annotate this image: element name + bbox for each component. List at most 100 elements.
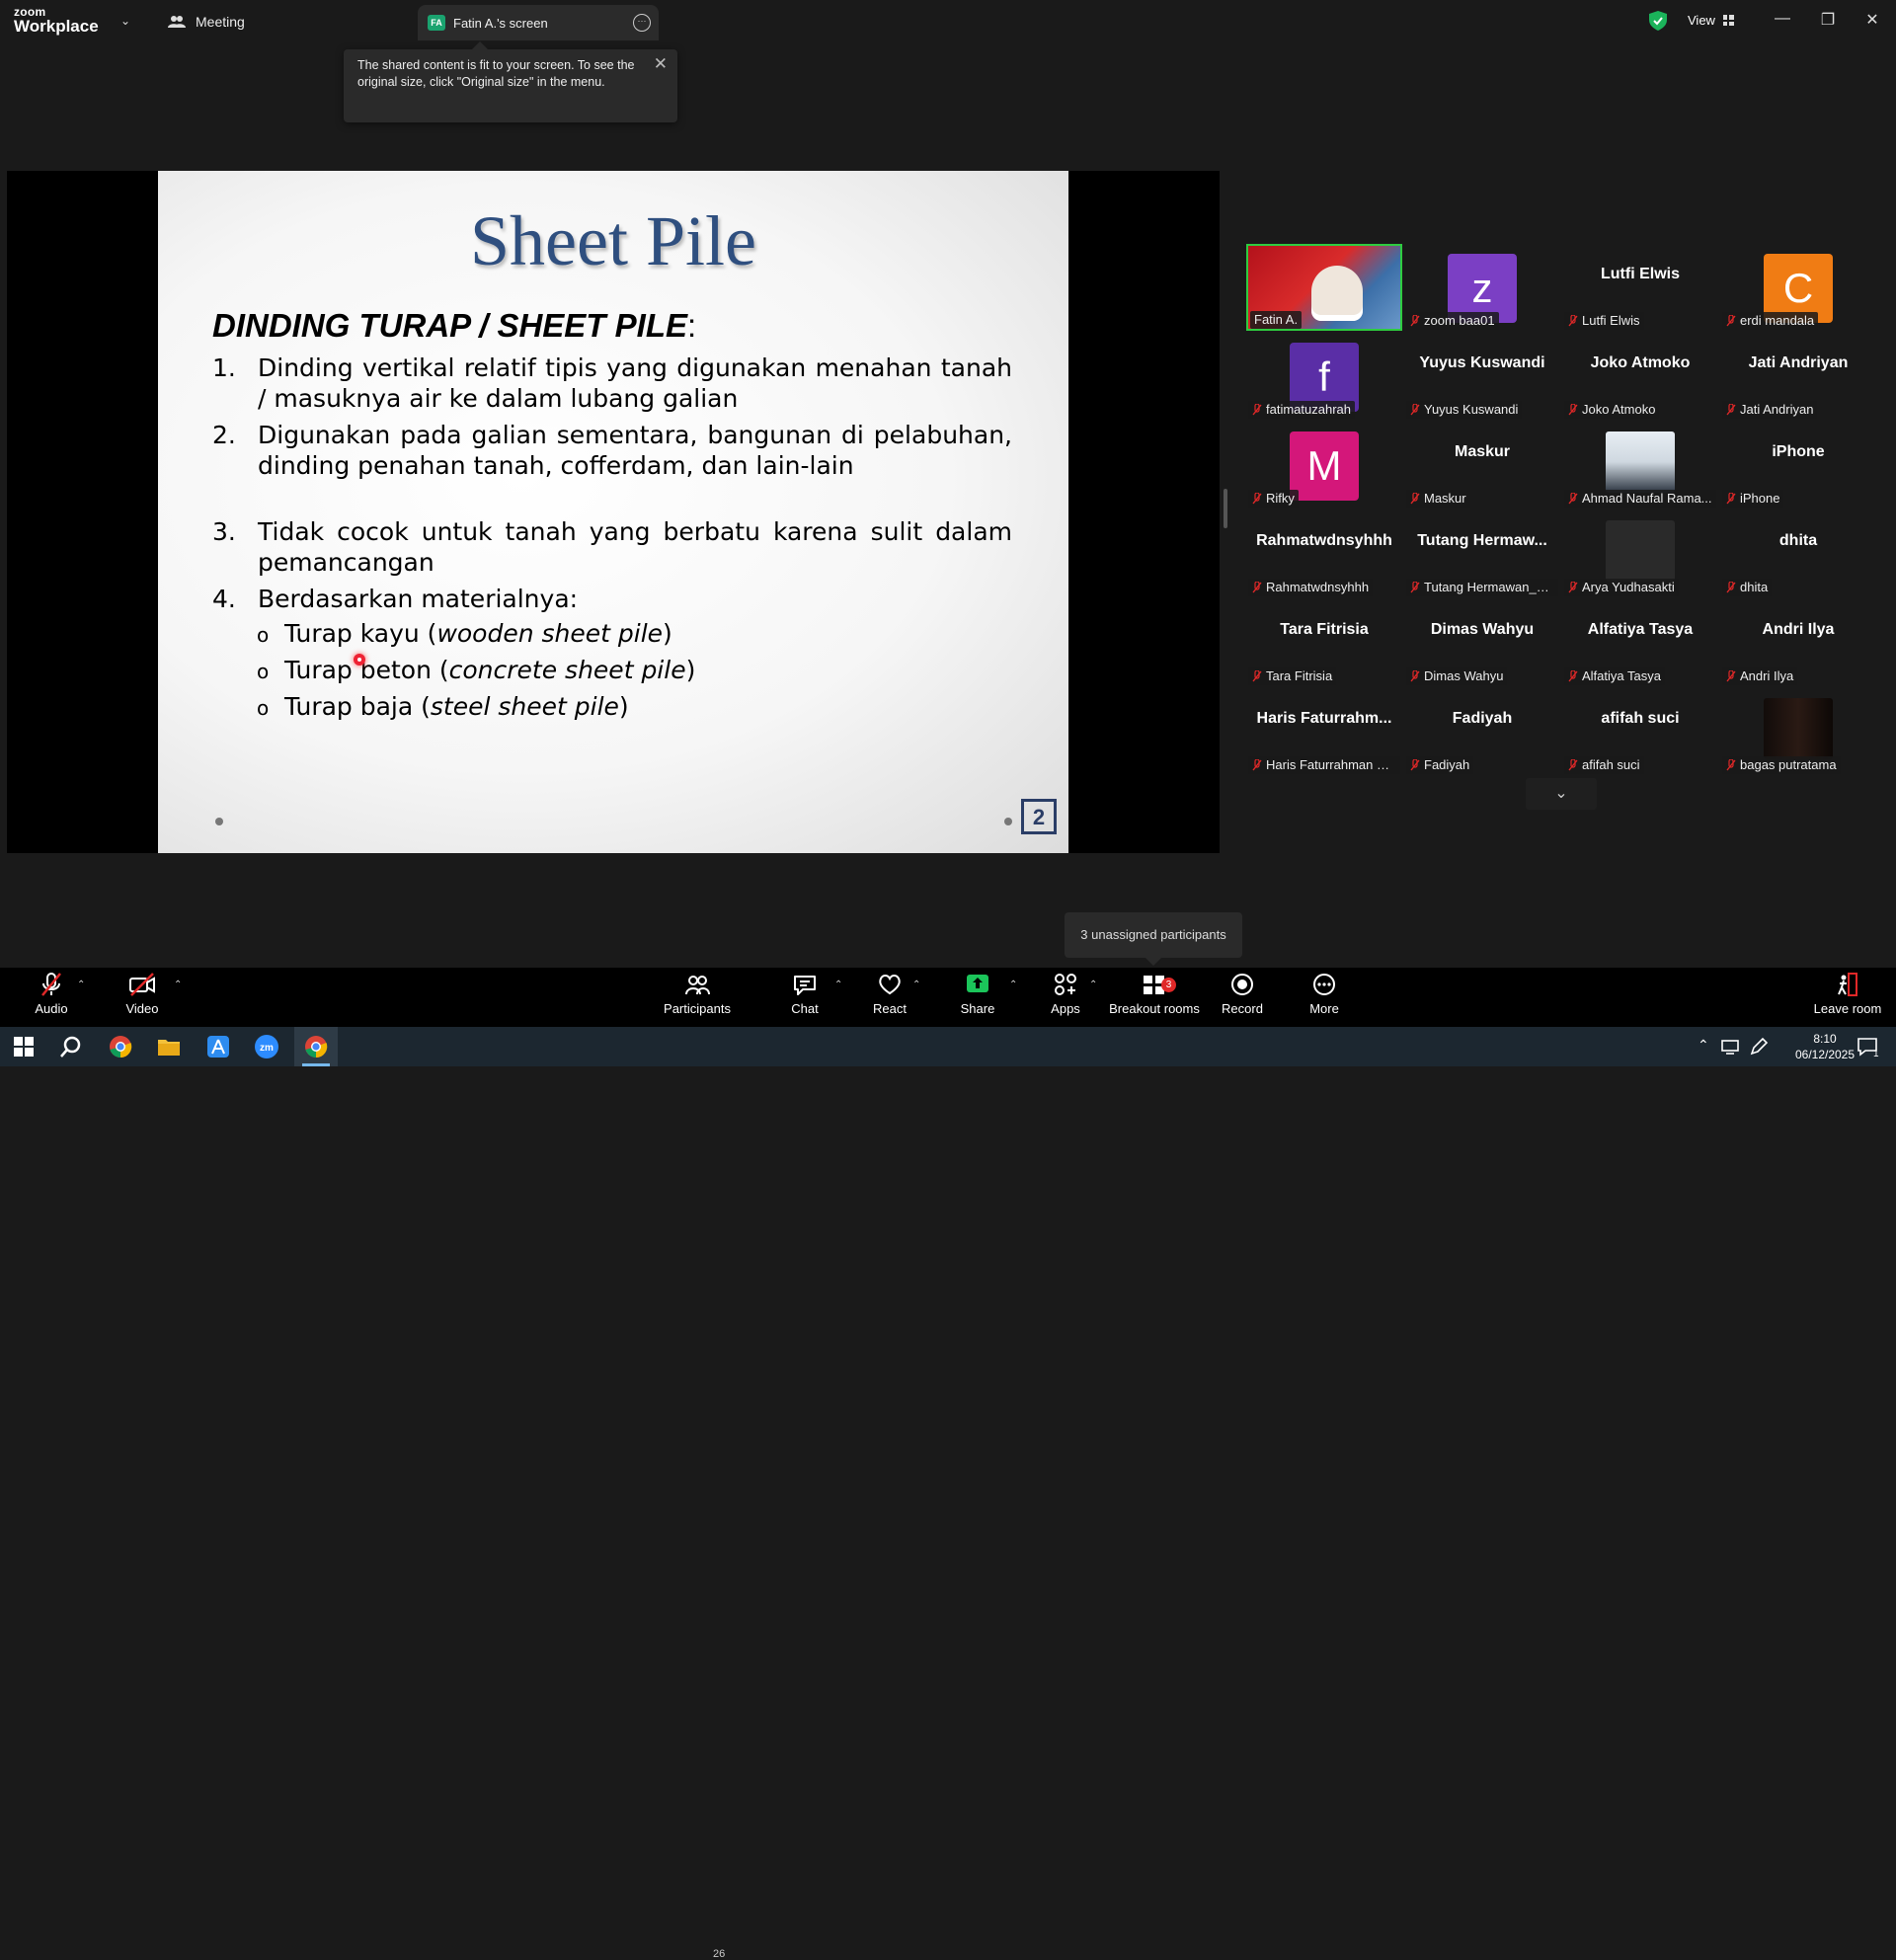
tooltip-text: The shared content is fit to your screen… xyxy=(357,58,635,89)
record-button[interactable]: Record xyxy=(1198,972,1287,1016)
shared-screen: Sheet Pile DINDING TURAP / SHEET PILE: 1… xyxy=(7,171,1220,853)
share-caret-icon[interactable]: ⌃ xyxy=(1009,980,1017,990)
participant-display-name: Lutfi Elwis xyxy=(1601,266,1680,282)
restore-icon[interactable]: ❐ xyxy=(1813,10,1843,30)
participant-tile[interactable]: iPhone iPhone xyxy=(1720,422,1876,509)
sharer-badge: FA xyxy=(428,15,445,31)
participant-tile[interactable]: Maskur Maskur xyxy=(1404,422,1560,509)
video-feed xyxy=(1311,266,1363,321)
close-window-icon[interactable]: ✕ xyxy=(1857,10,1887,30)
participant-name: Jati Andriyan xyxy=(1740,402,1814,417)
participant-name-label: Ahmad Naufal Rama... xyxy=(1564,490,1716,508)
participant-name-label: Arya Yudhasakti xyxy=(1564,579,1679,596)
chat-button[interactable]: Chat xyxy=(760,972,849,1016)
view-button[interactable]: View xyxy=(1688,13,1734,28)
participant-tile[interactable]: Arya Yudhasakti xyxy=(1562,510,1718,597)
slide-point: 1. Dinding vertikal relatif tipis yang d… xyxy=(212,353,1012,414)
participant-tile[interactable]: Tara Fitrisia Tara Fitrisia xyxy=(1246,599,1402,686)
participant-tile[interactable]: Rahmatwdnsyhhh Rahmatwdnsyhhh xyxy=(1246,510,1402,597)
participant-tile[interactable]: bagas putratama xyxy=(1720,688,1876,775)
pen-icon[interactable] xyxy=(1748,1036,1770,1058)
minimize-icon[interactable]: — xyxy=(1768,10,1797,28)
subpoint-text: Turap beton ( xyxy=(284,656,449,684)
participant-tile[interactable]: z zoom baa01 xyxy=(1404,244,1560,331)
react-caret-icon[interactable]: ⌃ xyxy=(912,980,920,990)
participant-tile[interactable]: Ahmad Naufal Rama... xyxy=(1562,422,1718,509)
participant-tile[interactable]: M Rifky xyxy=(1246,422,1402,509)
network-icon[interactable] xyxy=(1719,1036,1741,1058)
participant-tile[interactable]: Fatin A. xyxy=(1246,244,1402,331)
apps-button[interactable]: Apps xyxy=(1021,972,1110,1016)
participant-tile[interactable]: Joko Atmoko Joko Atmoko xyxy=(1562,333,1718,420)
participant-tile[interactable]: Andri Ilya Andri Ilya xyxy=(1720,599,1876,686)
mic-muted-icon xyxy=(1410,493,1420,505)
breakout-rooms-button[interactable]: Breakout rooms xyxy=(1109,972,1200,1016)
participant-name: Joko Atmoko xyxy=(1582,402,1656,417)
file-explorer-icon[interactable] xyxy=(156,1034,182,1059)
clock-time: 8:10 xyxy=(1813,1032,1837,1046)
participant-name-label: iPhone xyxy=(1722,490,1784,508)
gallery-scroll-down-icon[interactable]: ⌄ xyxy=(1526,778,1597,810)
mic-muted-icon xyxy=(1410,315,1420,327)
participant-tile[interactable]: dhita dhita xyxy=(1720,510,1876,597)
mic-muted-icon xyxy=(1726,404,1736,416)
mic-muted-icon xyxy=(1568,670,1578,682)
share-button[interactable]: Share xyxy=(933,972,1022,1016)
mic-muted-icon xyxy=(1568,759,1578,771)
meeting-menu[interactable]: Meeting xyxy=(168,14,245,30)
participant-tile[interactable]: Yuyus Kuswandi Yuyus Kuswandi xyxy=(1404,333,1560,420)
participant-name: Maskur xyxy=(1424,491,1466,506)
participant-tile[interactable]: Lutfi Elwis Lutfi Elwis xyxy=(1562,244,1718,331)
app-store-icon[interactable] xyxy=(205,1034,231,1059)
heading-text: DINDING TURAP / SHEET PILE xyxy=(212,307,687,344)
chrome-active-icon[interactable] xyxy=(303,1034,329,1059)
more-button[interactable]: More xyxy=(1280,972,1369,1016)
video-caret-icon[interactable]: ⌃ xyxy=(174,980,182,990)
participants-button[interactable]: Participants xyxy=(653,972,742,1016)
search-icon[interactable] xyxy=(58,1034,84,1059)
video-button[interactable]: Video xyxy=(98,972,187,1016)
windows-start-icon[interactable] xyxy=(11,1034,37,1059)
zoom-app-icon[interactable]: zm xyxy=(254,1034,279,1059)
participant-tile[interactable]: Jati Andriyan Jati Andriyan xyxy=(1720,333,1876,420)
participant-name-label: Alfatiya Tasya xyxy=(1564,667,1665,685)
react-button[interactable]: React xyxy=(845,972,934,1016)
apps-caret-icon[interactable]: ⌃ xyxy=(1089,980,1097,990)
participant-tile[interactable]: afifah suci afifah suci xyxy=(1562,688,1718,775)
clock[interactable]: 8:10 06/12/2025 xyxy=(1785,1031,1864,1062)
windows-taskbar: zm ⌃ 8:10 06/12/2025 1 xyxy=(0,1027,1896,1066)
participant-tile[interactable]: Haris Faturrahm... Haris Faturrahman H.P xyxy=(1246,688,1402,775)
subpoint-italic: wooden sheet pile xyxy=(436,619,664,648)
zoom-workplace-logo[interactable]: zoom Workplace xyxy=(14,6,99,35)
close-tooltip-icon[interactable]: ✕ xyxy=(654,54,668,74)
more-icon xyxy=(1313,974,1335,995)
participant-tile[interactable]: Cerdi mandala xyxy=(1720,244,1876,331)
participant-tile[interactable]: f fatimatuzahrah xyxy=(1246,333,1402,420)
point-text: Tidak cocok untuk tanah yang berbatu kar… xyxy=(258,517,1012,577)
participant-tile[interactable]: Fadiyah Fadiyah xyxy=(1404,688,1560,775)
panel-splitter[interactable] xyxy=(1224,489,1227,528)
subpoint-end: ) xyxy=(618,692,629,721)
participant-display-name: Joko Atmoko xyxy=(1590,354,1691,371)
participant-display-name: Andri Ilya xyxy=(1762,621,1835,638)
mic-muted-icon xyxy=(1410,582,1420,593)
participant-tile[interactable]: Dimas Wahyu Dimas Wahyu xyxy=(1404,599,1560,686)
participant-name: dhita xyxy=(1740,580,1769,594)
audio-caret-icon[interactable]: ⌃ xyxy=(77,980,85,990)
audio-button[interactable]: Audio xyxy=(7,972,96,1016)
participants-count: 26 xyxy=(713,1948,726,1960)
tab-shared-screen[interactable]: FA Fatin A.'s screen ··· xyxy=(418,5,659,40)
participant-tile[interactable]: Alfatiya Tasya Alfatiya Tasya xyxy=(1562,599,1718,686)
heading-colon: : xyxy=(686,307,697,344)
participant-tile[interactable]: Tutang Hermaw... Tutang Hermawan_TSI xyxy=(1404,510,1560,597)
chat-caret-icon[interactable]: ⌃ xyxy=(834,980,842,990)
chevron-down-icon[interactable]: ⌄ xyxy=(120,14,130,28)
tray-chevron-up-icon[interactable]: ⌃ xyxy=(1698,1037,1709,1054)
leave-room-button[interactable]: Leave room xyxy=(1803,972,1892,1016)
shield-icon[interactable] xyxy=(1649,11,1667,31)
more-options-icon[interactable]: ··· xyxy=(633,14,651,32)
participant-name: Andri Ilya xyxy=(1740,668,1794,683)
fit-screen-tooltip: The shared content is fit to your screen… xyxy=(344,41,677,122)
point-number: 2. xyxy=(212,421,236,449)
chrome-icon[interactable] xyxy=(108,1034,133,1059)
